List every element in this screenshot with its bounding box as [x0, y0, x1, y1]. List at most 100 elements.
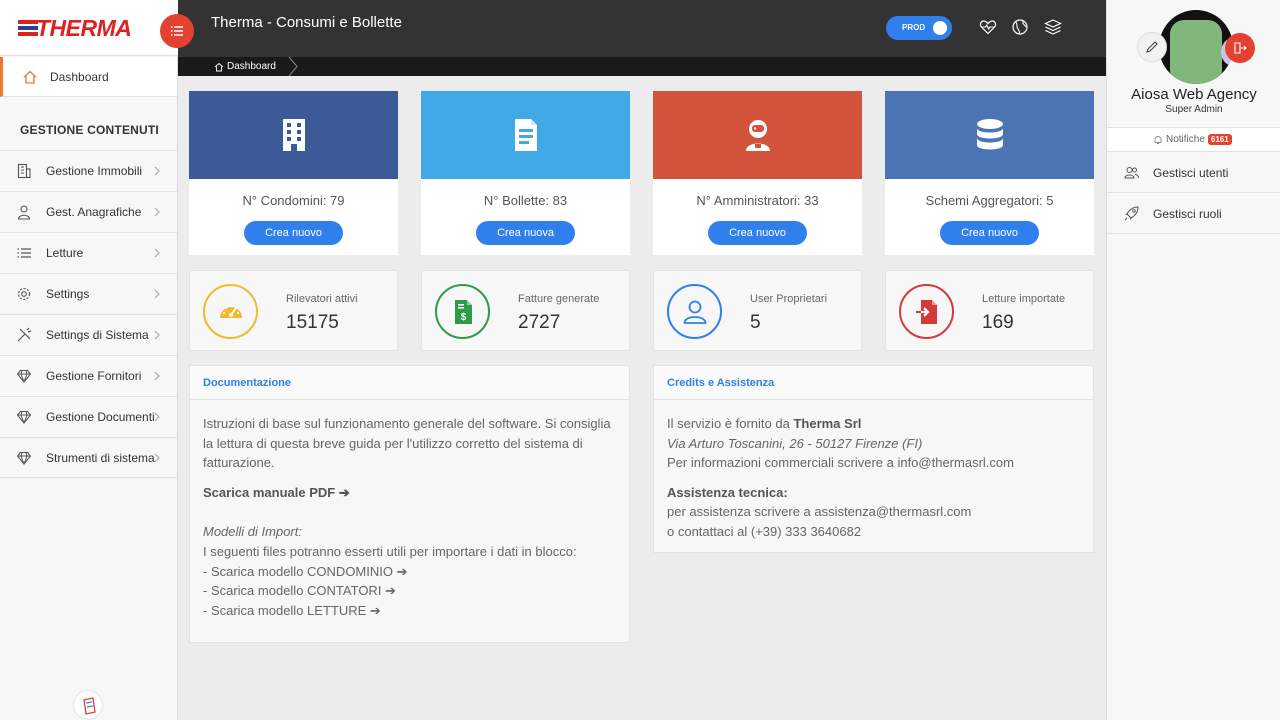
models-intro: I seguenti files potranno esserti utili … [203, 543, 577, 559]
chevron-right-icon [154, 248, 160, 258]
users-icon [1124, 167, 1139, 179]
card-label: N° Bollette: 83 [483, 193, 568, 208]
agency-logo-icon [83, 697, 96, 715]
menu-icon [171, 26, 183, 36]
list-icon [17, 248, 31, 258]
sidebar-item-label: Dashboard [50, 70, 109, 84]
stat-icon-circle: $ [435, 284, 490, 339]
sidebar-item-label: Letture [46, 246, 84, 260]
stat-user-proprietari: User Proprietari 5 [653, 270, 862, 351]
toggle-knob [933, 21, 947, 35]
sidebar-item-label: Settings di Sistema [46, 328, 149, 342]
download-model-condominio-link[interactable]: - Scarica modello CONDOMINIO ➔ [203, 562, 617, 582]
panel-body: Istruzioni di base sul funzionamento gen… [203, 414, 617, 620]
user-role: Super Admin [1165, 104, 1223, 115]
chevron-right-icon [154, 330, 160, 340]
stat-icon-circle [667, 284, 722, 339]
notifications-count-badge: 6161 [1207, 134, 1232, 145]
card-bollette: N° Bollette: 83 Crea nuova [421, 91, 630, 255]
sidebar-item-gest-anagrafiche[interactable]: Gest. Anagrafiche [0, 191, 177, 232]
manage-users-link[interactable]: Gestisci utenti [1107, 152, 1280, 193]
logout-icon [1234, 42, 1247, 54]
sidebar-item-settings-di-sistema[interactable]: Settings di Sistema [0, 314, 177, 355]
panel-title: Documentazione [203, 377, 292, 389]
gauge-icon [219, 304, 242, 318]
stat-value: 15175 [286, 312, 339, 333]
sidebar-item-letture[interactable]: Letture [0, 232, 177, 273]
bell-icon [1154, 135, 1162, 144]
notifications-link[interactable]: Notifiche 6161 [1107, 127, 1280, 152]
stat-value: 2727 [518, 312, 561, 333]
stat-value: 5 [750, 312, 761, 333]
notifications-label: Notifiche [1166, 134, 1205, 145]
pencil-icon [1146, 41, 1158, 53]
stat-title: Rilevatori attivi [286, 293, 358, 305]
sidebar-item-strumenti-di-sistema[interactable]: Strumenti di sistema [0, 437, 177, 478]
download-model-contatori-link[interactable]: - Scarica modello CONTATORI ➔ [203, 581, 617, 601]
download-model-letture-link[interactable]: - Scarica modello LETTURE ➔ [203, 601, 617, 621]
building-icon [17, 163, 31, 179]
stat-title: Letture importate [982, 293, 1066, 305]
therma-logo[interactable]: THERMA [18, 15, 158, 41]
manage-roles-link[interactable]: Gestisci ruoli [1107, 193, 1280, 234]
layers-icon[interactable] [1044, 18, 1062, 36]
invoice-dollar-icon: $ [454, 299, 472, 324]
heart-pulse-icon[interactable] [979, 18, 997, 36]
documentation-panel: Documentazione Istruzioni di base sul fu… [189, 365, 630, 643]
sidebar-item-gestione-documenti[interactable]: Gestione Documenti [0, 396, 177, 437]
chevron-right-icon [154, 453, 160, 463]
card-condomini: N° Condomini: 79 Crea nuovo [189, 91, 398, 255]
models-title: Modelli di Import: [203, 524, 302, 540]
stat-fatture-generate: $ Fatture generate 2727 [421, 270, 630, 351]
stat-value: 169 [982, 312, 1014, 333]
card-amministratori: N° Amministratori: 33 Crea nuovo [653, 91, 862, 255]
environment-toggle[interactable]: PROD [886, 16, 952, 40]
crea-nuovo-schema-button[interactable]: Crea nuovo [940, 221, 1039, 245]
sidebar-item-label: Gest. Anagrafiche [46, 205, 142, 219]
diamond-icon [16, 370, 32, 384]
manage-roles-label: Gestisci ruoli [1153, 207, 1222, 221]
crea-nuovo-amministratore-button[interactable]: Crea nuovo [708, 221, 807, 245]
breadcrumb-label: Dashboard [227, 61, 276, 72]
sidebar-item-dashboard[interactable]: Dashboard [0, 57, 177, 97]
card-label: N° Amministratori: 33 [696, 193, 819, 208]
globe-icon[interactable] [1011, 18, 1029, 36]
sidebar-item-gestione-immobili[interactable]: Gestione Immobili [0, 150, 177, 191]
card-label: N° Condomini: 79 [242, 193, 345, 208]
sidebar-section-title: GESTIONE CONTENUTI [20, 123, 159, 137]
breadcrumb[interactable]: Dashboard [214, 59, 276, 74]
support-email: per assistenza scrivere a assistenza@the… [667, 504, 972, 520]
stat-rilevatori-attivi: Rilevatori attivi 15175 [189, 270, 398, 351]
download-manual-link[interactable]: Scarica manuale PDF ➔ [203, 483, 617, 503]
crea-nuovo-condominio-button[interactable]: Crea nuovo [244, 221, 343, 245]
user-panel: Aiosa Web Agency Super Admin Notifiche 6… [1106, 0, 1280, 720]
agency-logo[interactable] [73, 690, 103, 720]
rocket-icon [1124, 206, 1139, 221]
sidebar-item-gestione-fornitori[interactable]: Gestione Fornitori [0, 355, 177, 396]
logout-button[interactable] [1225, 33, 1255, 63]
stat-title: User Proprietari [750, 293, 828, 305]
avatar[interactable] [1159, 10, 1233, 84]
edit-profile-button[interactable] [1137, 32, 1167, 62]
card-schemi-aggregatori: Schemi Aggregatori: 5 Crea nuovo [885, 91, 1094, 255]
stat-letture-importate: Letture importate 169 [885, 270, 1094, 351]
panel-title: Credits e Assistenza [667, 377, 775, 389]
user-icon [17, 205, 31, 220]
panel-body: Il servizio è fornito da Therma Srl Via … [667, 414, 1081, 542]
credits-panel: Credits e Assistenza Il servizio è forni… [653, 365, 1094, 553]
menu-toggle-button[interactable] [160, 14, 194, 48]
sidebar-item-settings[interactable]: Settings [0, 273, 177, 314]
breadcrumb-bar: Dashboard [178, 57, 1106, 76]
user-icon [683, 300, 706, 324]
app-title: Therma - Consumi e Bollette [211, 14, 402, 31]
credits-provider: Il servizio è fornito da Therma Srl [667, 416, 862, 431]
sidebar-item-label: Gestione Immobili [46, 164, 143, 178]
stat-title: Fatture generate [518, 293, 600, 305]
chevron-right-icon [154, 166, 160, 176]
credits-address: Via Arturo Toscanini, 26 - 50127 Firenze… [667, 435, 923, 451]
crea-nuova-bolletta-button[interactable]: Crea nuova [476, 221, 575, 245]
documentation-intro: Istruzioni di base sul funzionamento gen… [203, 416, 611, 471]
support-title: Assistenza tecnica: [667, 484, 788, 500]
sidebar-item-label: Settings [46, 287, 90, 301]
file-import-icon [915, 299, 937, 324]
